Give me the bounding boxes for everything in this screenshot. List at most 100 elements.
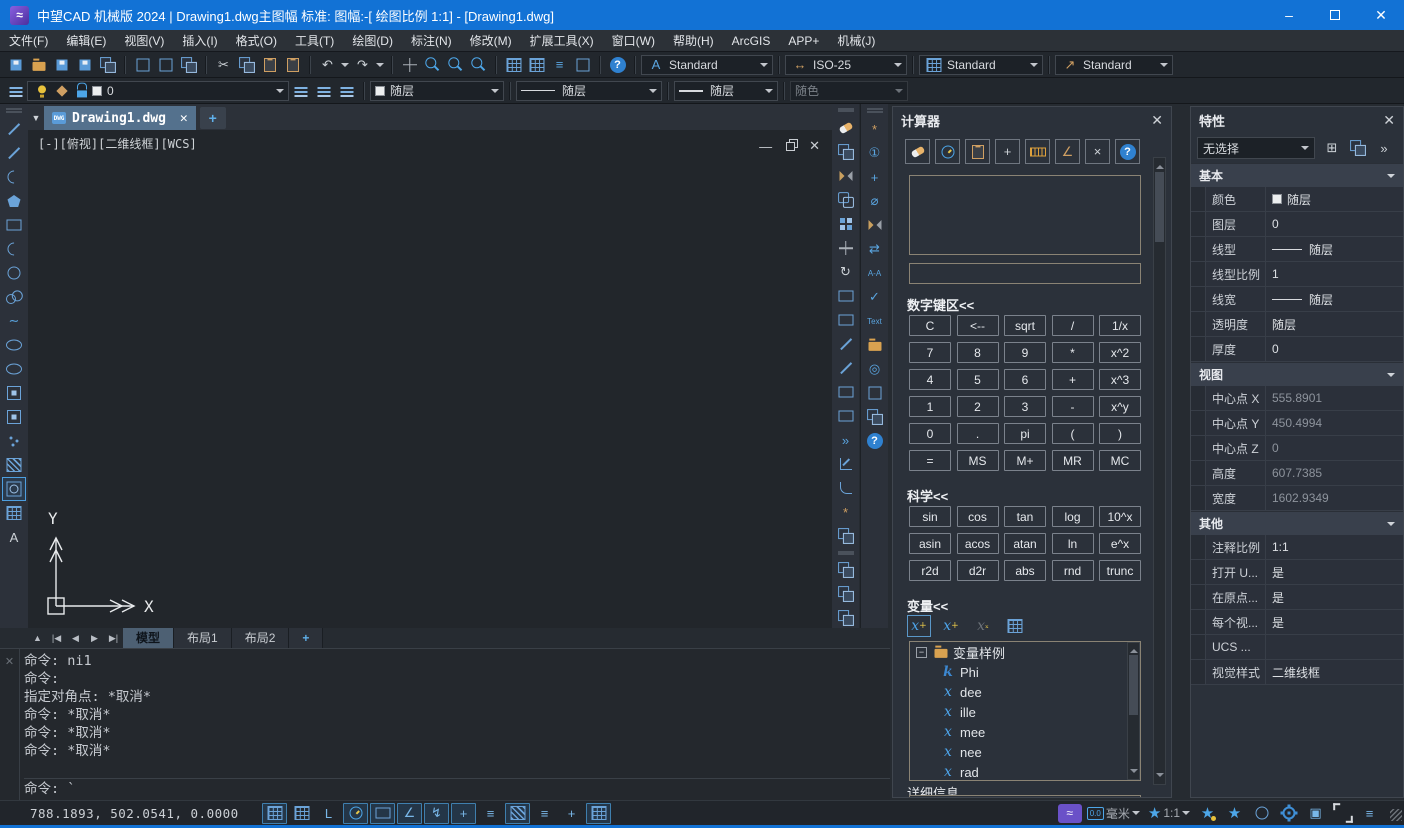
menu-item-1[interactable]: 编辑(E) bbox=[57, 30, 115, 52]
status-otrack-toggle[interactable]: ↯ bbox=[424, 803, 449, 824]
property-value[interactable]: 1:1 bbox=[1265, 535, 1403, 559]
mech-axis-tool-button[interactable]: + bbox=[863, 165, 887, 189]
variable-item[interactable]: xdee bbox=[910, 682, 1140, 702]
numpad-key-r0c3[interactable]: / bbox=[1052, 315, 1094, 336]
status-auto-annotation-scale-button[interactable]: ★ bbox=[1222, 803, 1247, 824]
window-close-button[interactable]: ✕ bbox=[1358, 0, 1404, 30]
new-document-button[interactable]: + bbox=[200, 107, 226, 129]
circle-tool-button[interactable] bbox=[2, 261, 26, 285]
insert-block-tool-button[interactable] bbox=[2, 381, 26, 405]
last-tab-button[interactable]: ▶| bbox=[104, 629, 123, 647]
science-key-r2c1[interactable]: d2r bbox=[957, 560, 999, 581]
arc-tool-button[interactable] bbox=[2, 165, 26, 189]
match-properties-button[interactable] bbox=[281, 53, 304, 76]
symmetry-tool-button[interactable] bbox=[863, 213, 887, 237]
toolbar-grip[interactable] bbox=[867, 108, 883, 113]
status-hardware-acceleration-button[interactable]: ▣ bbox=[1303, 803, 1328, 824]
numpad-key-r4c2[interactable]: pi bbox=[1004, 423, 1046, 444]
zoom-window-button[interactable] bbox=[444, 53, 467, 76]
menu-item-8[interactable]: 修改(M) bbox=[461, 30, 521, 52]
section-header-0[interactable]: 基本 bbox=[1191, 163, 1403, 187]
prev-tab-button[interactable]: ◀ bbox=[66, 629, 85, 647]
science-key-r0c3[interactable]: log bbox=[1052, 506, 1094, 527]
pan-button[interactable] bbox=[398, 53, 421, 76]
group-tool-button[interactable] bbox=[834, 524, 858, 548]
layer-manager-button[interactable] bbox=[4, 79, 27, 102]
block-edit-button[interactable] bbox=[571, 53, 594, 76]
numpad-key-r2c4[interactable]: x^3 bbox=[1099, 369, 1141, 390]
status-lineweight-toggle[interactable]: ≡ bbox=[478, 803, 503, 824]
numpad-key-r5c4[interactable]: MC bbox=[1099, 450, 1141, 471]
calculator-close-icon[interactable]: ✕ bbox=[1151, 112, 1163, 129]
color-dropdown[interactable]: 随层 bbox=[370, 81, 504, 101]
centerline-tool-button[interactable]: ⌀ bbox=[863, 189, 887, 213]
layer-states-button[interactable] bbox=[335, 79, 358, 102]
units-button[interactable]: 0.0毫米 bbox=[1084, 803, 1143, 824]
mech-text-tool-button[interactable]: Text bbox=[863, 309, 887, 333]
symbol-library-tool-button[interactable] bbox=[863, 333, 887, 357]
dim-style-combo[interactable]: ↔ISO-25 bbox=[785, 55, 907, 75]
status-osnap-angle-toggle[interactable]: ∠ bbox=[397, 803, 422, 824]
bolt-tool-button[interactable] bbox=[863, 381, 887, 405]
window-minimize-button[interactable]: – bbox=[1266, 0, 1312, 30]
redo-dropdown-icon[interactable] bbox=[376, 63, 384, 71]
section-header-1[interactable]: 视图 bbox=[1191, 362, 1403, 386]
spline-tool-button[interactable]: ∼ bbox=[2, 309, 26, 333]
property-value[interactable]: 450.4994 bbox=[1265, 411, 1403, 435]
mleader-style-combo[interactable]: ↗Standard bbox=[1055, 55, 1173, 75]
property-value[interactable]: 1602.9349 bbox=[1265, 486, 1403, 510]
tree-scrollbar[interactable] bbox=[1127, 642, 1140, 780]
markup-button[interactable]: ≡ bbox=[548, 53, 571, 76]
table-style-combo[interactable]: Standard bbox=[919, 55, 1043, 75]
menu-item-13[interactable]: APP+ bbox=[779, 30, 828, 52]
toolbar-grip[interactable] bbox=[838, 108, 854, 112]
command-input[interactable]: 命令: ` bbox=[24, 778, 890, 800]
trim-tool-button[interactable] bbox=[834, 332, 858, 356]
menu-item-4[interactable]: 格式(O) bbox=[227, 30, 286, 52]
variable-item[interactable]: xmee bbox=[910, 722, 1140, 742]
edit-variable-button[interactable]: x+ bbox=[939, 615, 963, 637]
numpad-key-r0c2[interactable]: sqrt bbox=[1004, 315, 1046, 336]
status-ortho-toggle[interactable]: L bbox=[316, 803, 341, 824]
numpad-key-r2c1[interactable]: 5 bbox=[957, 369, 999, 390]
status-polar-toggle[interactable] bbox=[343, 803, 368, 824]
properties-close-icon[interactable]: ✕ bbox=[1383, 112, 1395, 129]
property-value[interactable]: 随层 bbox=[1265, 237, 1403, 261]
publish-button[interactable] bbox=[177, 53, 200, 76]
new-variable-button[interactable]: x+ bbox=[907, 615, 931, 637]
point-tool-button[interactable] bbox=[2, 429, 26, 453]
window-maximize-button[interactable] bbox=[1312, 0, 1358, 30]
zw-assistant-icon[interactable]: ≈ bbox=[1058, 804, 1082, 823]
science-key-r2c0[interactable]: r2d bbox=[909, 560, 951, 581]
doc-restore-icon[interactable] bbox=[786, 142, 795, 151]
open-button[interactable] bbox=[27, 53, 50, 76]
numpad-key-r3c4[interactable]: x^y bbox=[1099, 396, 1141, 417]
polygon-tool-button[interactable] bbox=[2, 189, 26, 213]
lineweight-dropdown[interactable]: 随层 bbox=[674, 81, 778, 101]
layout-tab-0[interactable]: 模型 bbox=[123, 628, 174, 648]
science-key-r1c1[interactable]: acos bbox=[957, 533, 999, 554]
status-snap-toggle[interactable] bbox=[262, 803, 287, 824]
drawing-canvas[interactable]: [-][俯视][二维线框][WCS] — ✕ Y X bbox=[28, 130, 832, 628]
doc-close-icon[interactable]: ✕ bbox=[809, 138, 820, 154]
layout-tab-2[interactable]: 布局2 bbox=[232, 628, 290, 648]
numpad-key-r0c1[interactable]: <-- bbox=[957, 315, 999, 336]
numpad-key-r3c1[interactable]: 2 bbox=[957, 396, 999, 417]
selection-filter-dropdown[interactable]: 无选择 bbox=[1197, 137, 1315, 159]
balloon-tool-button[interactable]: ◎ bbox=[863, 357, 887, 381]
numpad-key-r1c1[interactable]: 8 bbox=[957, 342, 999, 363]
command-close-icon[interactable]: ✕ bbox=[5, 656, 14, 668]
science-key-r1c4[interactable]: e^x bbox=[1099, 533, 1141, 554]
status-osnap-toggle[interactable] bbox=[370, 803, 395, 824]
cut-button[interactable]: ✂ bbox=[212, 53, 235, 76]
menu-item-10[interactable]: 窗口(W) bbox=[603, 30, 664, 52]
tabs-expand-button[interactable]: ▲ bbox=[28, 629, 47, 647]
layer-make-current-button[interactable] bbox=[289, 79, 312, 102]
calc-help-button[interactable] bbox=[1115, 139, 1140, 164]
extend-tool-button[interactable] bbox=[834, 356, 858, 380]
status-annotation-monitor-toggle[interactable]: ≡ bbox=[532, 803, 557, 824]
array-tool-button[interactable] bbox=[834, 212, 858, 236]
science-key-r1c0[interactable]: asin bbox=[909, 533, 951, 554]
mirror-tool-button[interactable] bbox=[834, 164, 858, 188]
calc-clear-expression-button[interactable]: × bbox=[1085, 139, 1110, 164]
